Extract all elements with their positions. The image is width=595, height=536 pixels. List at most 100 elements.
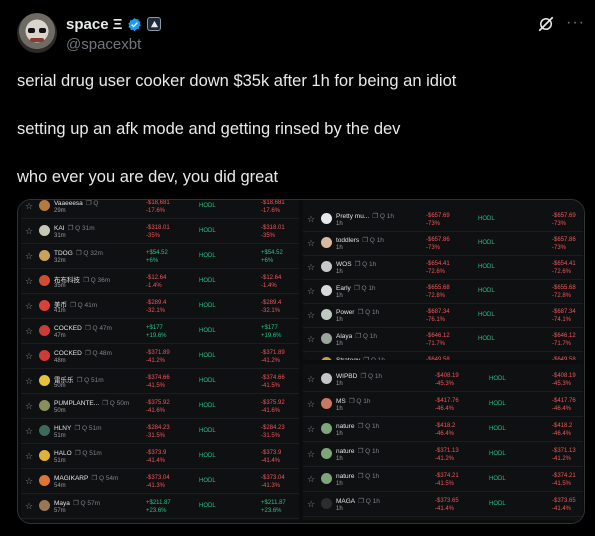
position-row[interactable]: ☆ TDOG ❐ Q 32m 32m +$54.52 +6% HODL +$54.52 +6% — [21, 245, 299, 269]
token-name[interactable]: MAGIKARP ❐ Q 54m — [54, 474, 118, 482]
position-row[interactable]: ☆ toddlers ❐ Q 1h 1h -$657.86 -73% HODL -$657.8… — [303, 232, 583, 256]
token-name[interactable]: Alaya ❐ Q 1h — [336, 332, 377, 340]
position-row[interactable]: ☆ nature ❐ Q 1h 1h -$418.2 -46.4% HODL -$418.2-… — [303, 418, 583, 442]
favorite-star-icon[interactable]: ☆ — [307, 374, 315, 385]
token-name[interactable]: nature ❐ Q 1h — [336, 447, 379, 455]
position-row[interactable]: ☆ COCKED ❐ Q 48m 48m -$371.89 -41.2% HODL -$371… — [21, 345, 299, 369]
favorite-star-icon[interactable]: ☆ — [25, 276, 33, 287]
token-name[interactable]: nature ❐ Q 1h — [336, 472, 379, 480]
token-name[interactable]: KAI ❐ Q 31m — [54, 224, 95, 232]
favorite-star-icon[interactable]: ☆ — [25, 476, 33, 487]
position-row[interactable]: ☆ nature ❐ Q 1h 1h -$371.13 -41.2% HODL -$371.1… — [303, 443, 583, 467]
position-row[interactable]: ☆ 美币 ❐ Q 41m 41m -$289.4 -32.1% HODL -$289.4 -32… — [21, 295, 299, 319]
token-meta: ❐ Q 1h — [357, 309, 380, 316]
token-logo-icon — [321, 285, 332, 296]
position-row[interactable]: ☆ Power ❐ Q 1h 1h -$687.34 -76.1% HODL -$687.34… — [303, 304, 583, 328]
token-name[interactable]: Early ❐ Q 1h — [336, 284, 376, 292]
favorite-star-icon[interactable]: ☆ — [25, 251, 33, 262]
favorite-star-icon[interactable]: ☆ — [25, 426, 33, 437]
pnl-amount: -$373.9 — [146, 450, 167, 456]
token-age: 51m — [54, 433, 66, 439]
affiliate-badge-icon[interactable] — [147, 17, 162, 31]
token-name[interactable]: Strategy❐ Q 1h — [336, 356, 385, 360]
position-row[interactable]: ☆ PUMPLANTE... ❐ Q 50m 50m -$375.92 -41.6% HOD… — [21, 395, 299, 419]
favorite-star-icon[interactable]: ☆ — [25, 201, 33, 212]
favorite-star-icon[interactable]: ☆ — [307, 449, 315, 460]
token-name[interactable]: nature ❐ Q 1h — [336, 422, 379, 430]
pnl-value-2: -$374.66 -41.5% — [261, 374, 285, 390]
position-row[interactable]: ☆ Maya ❐ Q 57m 57m +$211.87 +23.6% HODL +$211.8… — [21, 495, 299, 519]
pnl-amount-2: -$375.92 — [261, 400, 285, 406]
token-name[interactable]: WOS ❐ Q 1h — [336, 260, 376, 268]
token-age: 1h — [336, 221, 343, 227]
favorite-star-icon[interactable]: ☆ — [25, 351, 33, 362]
favorite-star-icon[interactable]: ☆ — [307, 474, 315, 485]
favorite-star-icon[interactable]: ☆ — [25, 401, 33, 412]
favorite-star-icon[interactable]: ☆ — [307, 499, 315, 510]
author-handle[interactable]: @spacexbt — [66, 36, 141, 53]
position-row[interactable]: ☆ Alaya ❐ Q 1h 1h -$646.12 -71.7% HODL -$646.12… — [303, 328, 583, 352]
position-row[interactable]: ☆ MAGA ❐ Q 1h 1h -$373.65 -41.4% HODL -$373.65-… — [303, 493, 583, 517]
pnl-value: +$54.52 +6% — [146, 249, 168, 265]
token-name[interactable]: toddlers ❐ Q 1h — [336, 236, 384, 244]
token-age: 50m — [54, 383, 66, 389]
favorite-star-icon[interactable]: ☆ — [307, 214, 315, 225]
token-name-text: Maya — [54, 500, 70, 507]
token-name[interactable]: COCKED ❐ Q 47m — [54, 324, 112, 332]
favorite-star-icon[interactable]: ☆ — [307, 262, 315, 273]
position-row[interactable]: ☆ Vaaeeesa ❐ Q 29m -$18,681 -17.6% HODL -$18,6… — [21, 200, 299, 219]
token-logo-icon — [321, 398, 332, 409]
token-meta: ❐ Q 41m — [70, 302, 98, 309]
favorite-star-icon[interactable]: ☆ — [307, 286, 315, 297]
position-row[interactable]: ☆Strategy❐ Q 1h1h-$649.58-72.1%HODL-$649… — [303, 352, 583, 360]
position-row[interactable]: ☆ WOS ❐ Q 1h 1h -$654.41 -72.6% HODL -$654.41 -7… — [303, 256, 583, 280]
favorite-star-icon[interactable]: ☆ — [25, 326, 33, 337]
favorite-star-icon[interactable]: ☆ — [25, 226, 33, 237]
favorite-star-icon[interactable]: ☆ — [25, 376, 33, 387]
position-row[interactable]: ☆ HALO ❐ Q 51m 51m -$373.9 -41.4% HODL -$373.9-… — [21, 445, 299, 469]
token-name-text: WIPBD — [336, 373, 358, 380]
token-name[interactable]: PUMPLANTE... ❐ Q 50m — [54, 399, 129, 407]
favorite-star-icon[interactable]: ☆ — [307, 334, 315, 345]
grok-icon[interactable] — [537, 15, 555, 33]
favorite-star-icon[interactable]: ☆ — [307, 238, 315, 249]
position-row[interactable]: ☆ nature ❐ Q 1h 1h -$374.21 -41.5% HODL -$374.2… — [303, 468, 583, 492]
pnl-value: -$374.66 -41.5% — [146, 374, 170, 390]
position-row[interactable]: ☆ WIPBD ❐ Q 1h 1h -$408.19 -45.3% HODL -$408.19… — [303, 368, 583, 392]
position-row[interactable]: ☆ COCKED ❐ Q 47m 47m +$177 +19.6% HODL +$177 +19… — [21, 320, 299, 344]
tweet-media-image[interactable]: ☆ Vaaeeesa ❐ Q 29m -$18,681 -17.6% HODL -$18,6… — [17, 199, 585, 524]
position-row[interactable]: ☆ 雷乐乐 ❐ Q 51m 50m -$374.66 -41.5% HODL -$374.66… — [21, 370, 299, 394]
position-row[interactable]: ☆ HLNY ❐ Q 51m 51m -$284.23 -31.5% HODL -$284.2… — [21, 420, 299, 444]
more-options-icon[interactable]: ··· — [566, 14, 585, 32]
favorite-star-icon[interactable]: ☆ — [25, 301, 33, 312]
position-row[interactable]: ☆ MAGIKARP ❐ Q 54m 54m -$373.04 -41.3% HODL -$3… — [21, 470, 299, 494]
token-name[interactable]: TDOG ❐ Q 32m — [54, 249, 103, 257]
token-name[interactable]: Vaaeeesa ❐ Q — [54, 200, 99, 207]
favorite-star-icon[interactable]: ☆ — [307, 358, 315, 360]
pnl-percent: -76.1% — [426, 317, 446, 323]
token-name[interactable]: WIPBD ❐ Q 1h — [336, 372, 382, 380]
position-row[interactable]: ☆ KAI ❐ Q 31m 31m -$318.01 -35% HODL -$318.01 -3… — [21, 220, 299, 244]
frog-avatar-icon[interactable] — [17, 13, 57, 53]
position-row[interactable]: ☆ MS ❐ Q 1h 1h -$417.76 -46.4% HODL -$417.76 -46… — [303, 393, 583, 417]
tweet-text: serial drug user cooker down $35k after … — [17, 70, 577, 188]
token-name[interactable]: Maya ❐ Q 57m — [54, 499, 100, 507]
pnl-amount-2: -$646.12 — [552, 333, 576, 339]
token-name[interactable]: Power ❐ Q 1h — [336, 308, 379, 316]
favorite-star-icon[interactable]: ☆ — [25, 451, 33, 462]
favorite-star-icon[interactable]: ☆ — [307, 399, 315, 410]
token-name[interactable]: MAGA ❐ Q 1h — [336, 497, 380, 505]
favorite-star-icon[interactable]: ☆ — [25, 501, 33, 512]
pnl-value: +$177 +19.6% — [146, 324, 167, 340]
token-name[interactable]: COCKED ❐ Q 48m — [54, 349, 112, 357]
position-row[interactable]: ☆ Pretty mu... ❐ Q 1h 1h -$657.69 -73% HODL -$6… — [303, 208, 583, 232]
token-name[interactable]: MS ❐ Q 1h — [336, 397, 370, 405]
position-row[interactable]: ☆ Early ❐ Q 1h 1h -$655.68 -72.8% HODL -$655.68… — [303, 280, 583, 304]
favorite-star-icon[interactable]: ☆ — [307, 310, 315, 321]
token-name[interactable]: HLNY ❐ Q 51m — [54, 424, 102, 432]
token-name[interactable]: Pretty mu... ❐ Q 1h — [336, 212, 394, 220]
position-row[interactable]: ☆ 布布科技 ❐ Q 36m 35m -$12.64 -1.4% HODL -$12.64 -1… — [21, 270, 299, 294]
author-display-name[interactable]: space Ξ — [66, 16, 122, 33]
token-name[interactable]: HALO ❐ Q 51m — [54, 449, 102, 457]
favorite-star-icon[interactable]: ☆ — [307, 424, 315, 435]
